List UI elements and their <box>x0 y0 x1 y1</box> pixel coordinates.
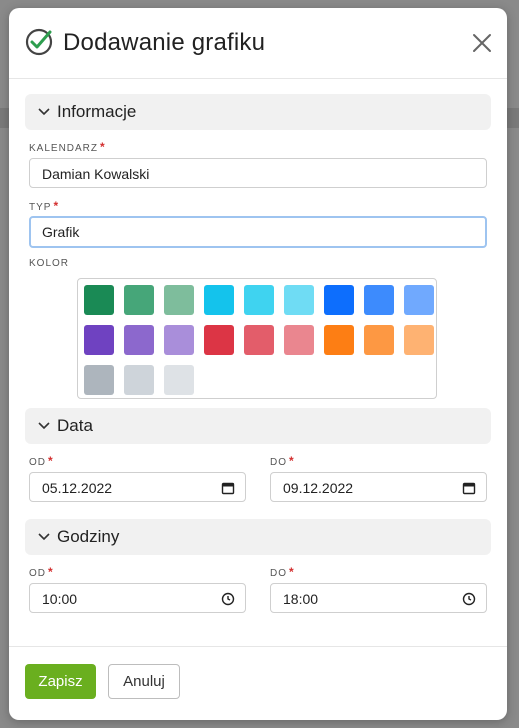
add-schedule-dialog: Dodawanie grafiku Informacje KALENDARZ * … <box>9 8 507 720</box>
calendar-icon[interactable] <box>221 481 235 495</box>
color-swatch[interactable] <box>204 285 234 315</box>
chevron-down-icon <box>38 422 50 430</box>
calendar-field[interactable]: Damian Kowalski <box>29 158 487 188</box>
clock-icon[interactable] <box>221 592 235 606</box>
color-swatch[interactable] <box>324 285 354 315</box>
color-swatch[interactable] <box>364 325 394 355</box>
date-to-field[interactable]: 09.12.2022 <box>270 472 487 502</box>
chevron-down-icon <box>38 533 50 541</box>
color-swatch[interactable] <box>124 325 154 355</box>
color-swatch[interactable] <box>364 285 394 315</box>
dialog-footer: Zapisz Anuluj <box>9 646 507 720</box>
section-title: Godziny <box>57 527 120 546</box>
date-from-value: 05.12.2022 <box>42 480 113 496</box>
time-to-field[interactable]: 18:00 <box>270 583 487 613</box>
dialog-title: Dodawanie grafiku <box>63 29 266 56</box>
color-swatch[interactable] <box>324 325 354 355</box>
color-swatch[interactable] <box>244 325 274 355</box>
date-from-field[interactable]: 05.12.2022 <box>29 472 246 502</box>
dialog-header: Dodawanie grafiku <box>9 8 507 79</box>
color-swatch[interactable] <box>164 285 194 315</box>
save-button[interactable]: Zapisz <box>25 664 96 699</box>
color-swatch[interactable] <box>404 285 434 315</box>
time-from-value: 10:00 <box>42 591 78 607</box>
color-swatch[interactable] <box>404 325 434 355</box>
section-title: Informacje <box>57 102 137 121</box>
color-swatch[interactable] <box>84 325 114 355</box>
color-swatch[interactable] <box>84 285 114 315</box>
date-to-value: 09.12.2022 <box>283 480 354 496</box>
section-godziny[interactable]: Godziny <box>25 519 491 555</box>
time-from-label: OD * <box>29 565 54 579</box>
type-label: TYP * <box>29 199 60 213</box>
color-swatch[interactable] <box>84 365 114 395</box>
color-swatch[interactable] <box>164 325 194 355</box>
date-from-label: OD * <box>29 454 54 468</box>
close-icon[interactable] <box>471 32 493 54</box>
color-swatch[interactable] <box>124 365 154 395</box>
color-swatch[interactable] <box>284 325 314 355</box>
color-swatch[interactable] <box>244 285 274 315</box>
color-swatch[interactable] <box>124 285 154 315</box>
section-informacje[interactable]: Informacje <box>25 94 491 130</box>
color-swatch[interactable] <box>284 285 314 315</box>
color-label: KOLOR <box>29 258 70 269</box>
section-data[interactable]: Data <box>25 408 491 444</box>
type-field[interactable]: Grafik <box>29 216 487 248</box>
color-swatch[interactable] <box>164 365 194 395</box>
time-to-value: 18:00 <box>283 591 319 607</box>
color-swatch[interactable] <box>204 325 234 355</box>
color-palette <box>77 278 437 399</box>
calendar-icon[interactable] <box>462 481 476 495</box>
time-to-label: DO * <box>270 565 295 579</box>
check-circle-icon <box>25 28 53 56</box>
chevron-down-icon <box>38 108 50 116</box>
date-to-label: DO * <box>270 454 295 468</box>
clock-icon[interactable] <box>462 592 476 606</box>
calendar-label: KALENDARZ * <box>29 140 106 154</box>
time-from-field[interactable]: 10:00 <box>29 583 246 613</box>
section-title: Data <box>57 416 93 435</box>
cancel-button[interactable]: Anuluj <box>108 664 180 699</box>
